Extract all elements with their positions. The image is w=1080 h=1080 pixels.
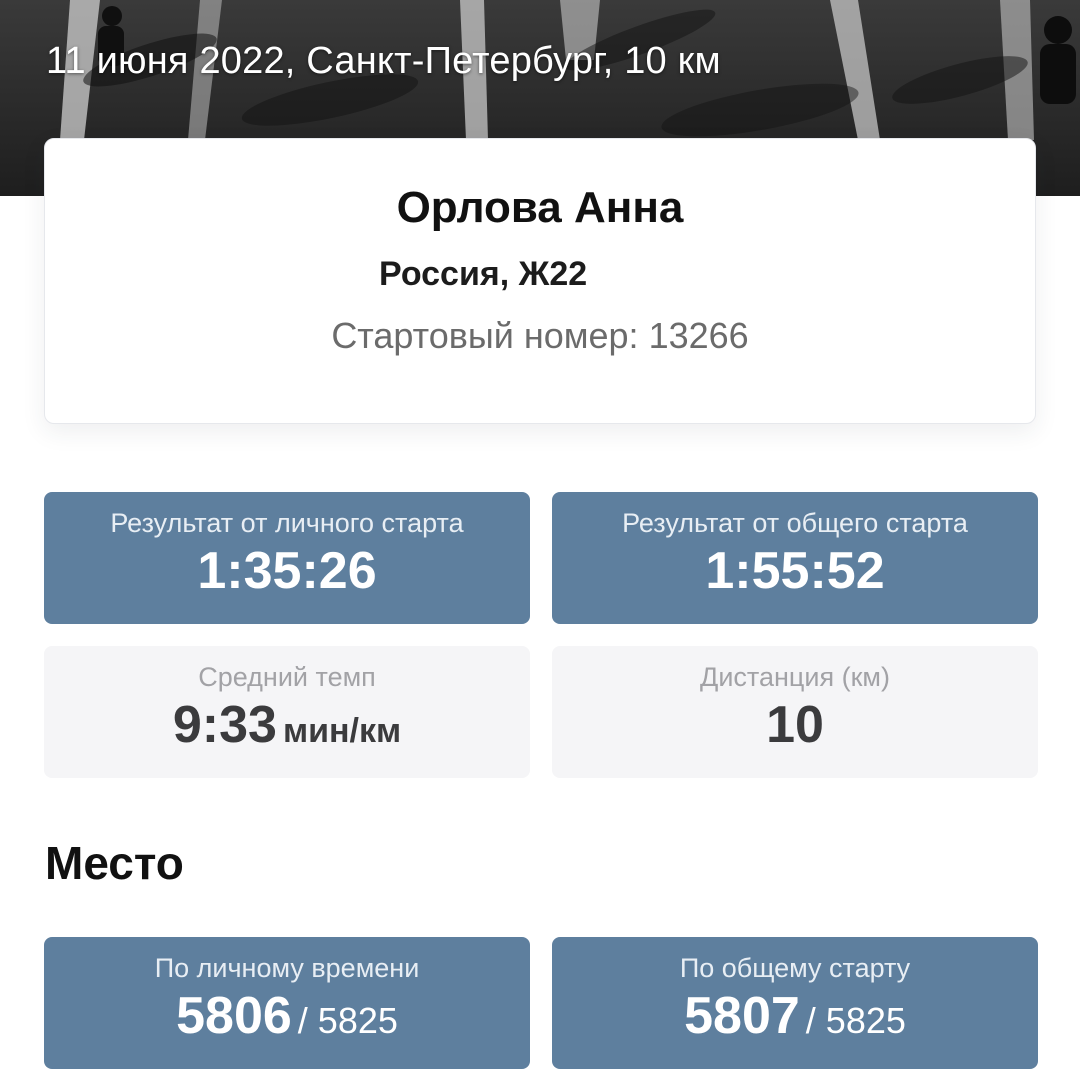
place-personal-time-total: / 5825 xyxy=(297,1000,398,1041)
average-pace-value: 9:33 xyxy=(172,696,277,754)
average-pace-unit: мин/км xyxy=(282,712,402,750)
bib-number-row: Стартовый номер: 13266 xyxy=(45,315,1035,357)
personal-start-result-tile: Результат от личного старта 1:35:26 xyxy=(44,492,530,624)
average-pace-tile: Средний темп 9:33 мин/км xyxy=(44,646,530,778)
place-personal-time-rank: 5806 xyxy=(176,987,292,1045)
average-pace-label: Средний темп xyxy=(198,662,376,692)
athlete-name: Орлова Анна xyxy=(396,183,684,232)
personal-start-result-value: 1:35:26 xyxy=(197,542,377,600)
personal-start-result-label: Результат от личного старта xyxy=(110,508,464,538)
place-gun-time-rank: 5807 xyxy=(684,987,800,1045)
place-gun-time-total: / 5825 xyxy=(805,1000,906,1041)
bib-label: Стартовый номер: xyxy=(331,315,639,356)
bib-number: 13266 xyxy=(648,315,749,356)
place-personal-time-tile: По личному времени 5806/ 5825 xyxy=(44,937,530,1069)
event-title: 11 июня 2022, Санкт-Петербург, 10 км xyxy=(46,40,721,82)
distance-label: Дистанция (км) xyxy=(700,662,890,692)
place-gun-time-tile: По общему старту 5807/ 5825 xyxy=(552,937,1038,1069)
gun-start-result-label: Результат от общего старта xyxy=(622,508,968,538)
place-section-title: Место xyxy=(45,837,184,889)
average-pace-value-row: 9:33 мин/км xyxy=(44,698,530,753)
distance-value: 10 xyxy=(766,696,824,754)
place-gun-time-label: По общему старту xyxy=(679,953,911,983)
place-personal-time-label: По личному времени xyxy=(154,953,420,983)
place-personal-time-value-row: 5806/ 5825 xyxy=(44,989,530,1044)
place-gun-time-value-row: 5807/ 5825 xyxy=(552,989,1038,1044)
athlete-card: Орлова Анна Россия, Ж22 Стартовый номер:… xyxy=(44,138,1036,424)
distance-tile: Дистанция (км) 10 xyxy=(552,646,1038,778)
gun-start-result-tile: Результат от общего старта 1:55:52 xyxy=(552,492,1038,624)
gun-start-result-value: 1:55:52 xyxy=(705,542,885,600)
athlete-country-category: Россия, Ж22 xyxy=(379,255,588,293)
